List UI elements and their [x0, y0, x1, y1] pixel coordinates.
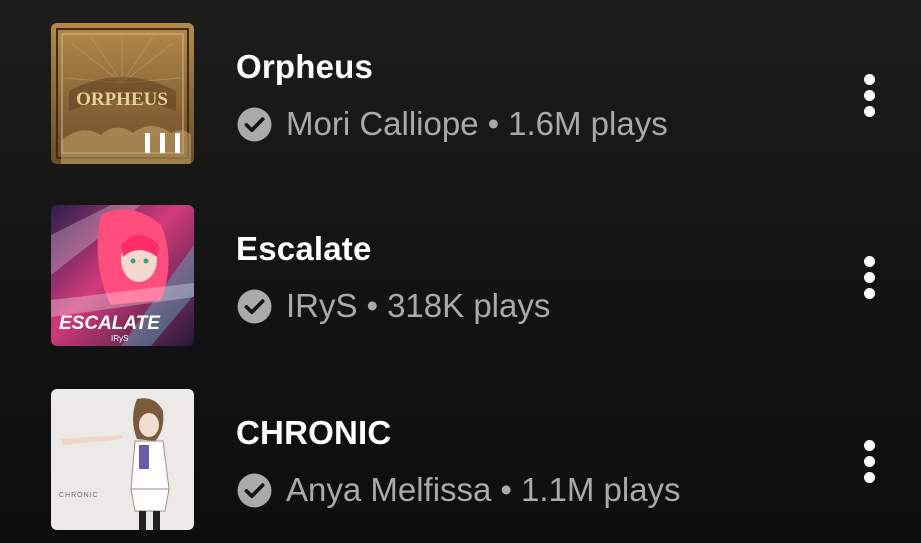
track-subtitle: Anya Melfissa • 1.1M plays — [236, 470, 681, 510]
track-row-orpheus[interactable]: ORPHEUS Orpheus Mori Calliope • 1.6M pla… — [0, 16, 921, 176]
separator-dot: • — [366, 287, 379, 324]
check-circle-icon — [236, 472, 273, 509]
track-row-escalate[interactable]: ESCALATE IRyS Escalate IRyS • 318K plays — [0, 198, 921, 358]
artist-name[interactable]: Anya Melfissa — [286, 471, 491, 509]
artist-name[interactable]: Mori Calliope — [286, 105, 479, 143]
separator-dot: • — [487, 105, 500, 142]
more-vert-icon[interactable] — [852, 434, 888, 490]
check-circle-icon — [236, 106, 273, 143]
artist-name[interactable]: IRyS — [286, 287, 358, 325]
play-count: 1.1M plays — [520, 471, 681, 508]
track-row-chronic[interactable]: CHRONIC CHRONIC Anya Melfissa • 1.1M pla… — [0, 382, 921, 542]
separator-dot: • — [500, 471, 512, 508]
track-subtitle: Mori Calliope • 1.6M plays — [236, 104, 668, 144]
track-subtitle: IRyS • 318K plays — [236, 286, 550, 326]
play-count: 1.6M plays — [508, 105, 668, 142]
track-title[interactable]: CHRONIC — [236, 414, 391, 452]
track-artwork[interactable]: ORPHEUS — [51, 23, 194, 164]
play-count: 318K plays — [387, 287, 551, 324]
track-title[interactable]: Escalate — [236, 230, 372, 268]
track-list: ORPHEUS Orpheus Mori Calliope • 1.6M pla… — [0, 0, 921, 543]
artwork-title-text: ESCALATE — [59, 313, 161, 334]
check-circle-icon — [236, 288, 273, 325]
track-artwork[interactable]: ESCALATE IRyS — [51, 205, 194, 346]
more-vert-icon[interactable] — [852, 68, 888, 124]
artwork-title-text: ORPHEUS — [76, 89, 168, 110]
track-title[interactable]: Orpheus — [236, 48, 373, 86]
equalizer-icon — [145, 125, 181, 153]
more-vert-icon[interactable] — [852, 250, 888, 306]
track-artwork[interactable]: CHRONIC — [51, 389, 194, 530]
artwork-title-text: CHRONIC — [59, 492, 99, 499]
artwork-artist-text: IRyS — [111, 334, 128, 343]
